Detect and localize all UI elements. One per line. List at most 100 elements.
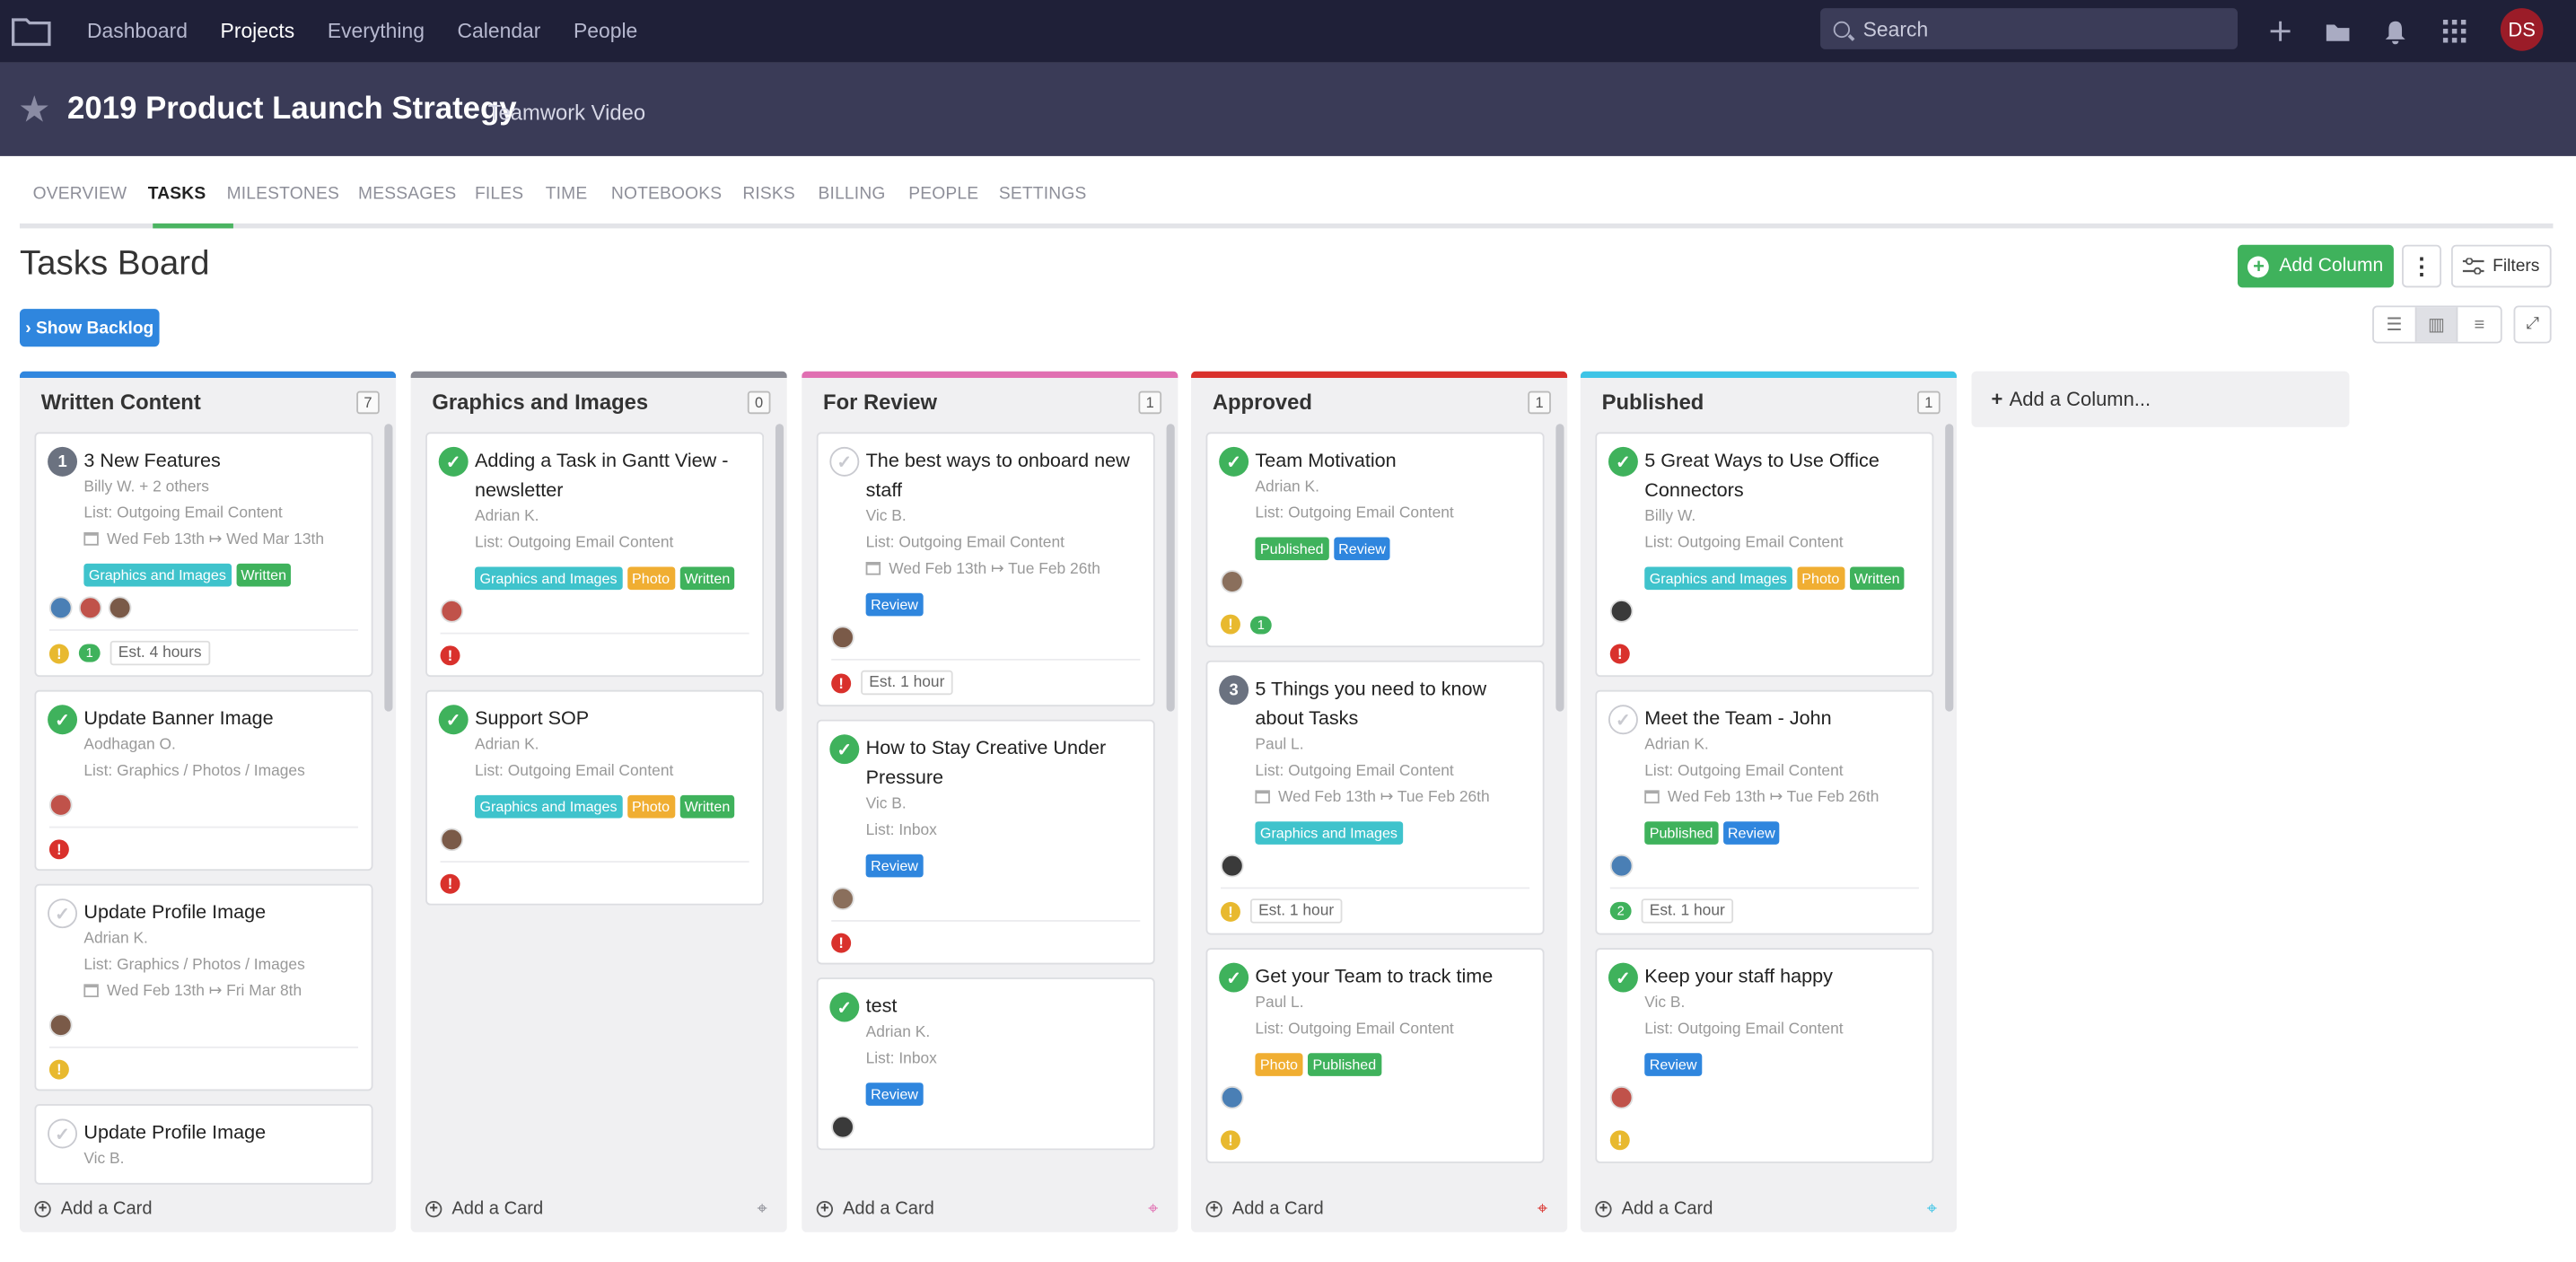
avatar[interactable] xyxy=(831,626,854,650)
task-card[interactable]: ✓ Get your Team to track time Paul L. List:… xyxy=(1205,948,1545,1163)
task-list[interactable]: List: Outgoing Email Content xyxy=(1644,530,1919,557)
tab-risks[interactable]: RISKS xyxy=(742,184,795,204)
more-options-button[interactable]: ⋮ xyxy=(2402,244,2441,288)
project-company[interactable]: Teamwork Video xyxy=(488,101,645,125)
task-assignee[interactable]: Billy W. + 2 others xyxy=(83,475,358,501)
task-assignee[interactable]: Adrian K. xyxy=(475,504,749,530)
tag-badge[interactable]: Review xyxy=(865,854,924,878)
search-box[interactable] xyxy=(1820,8,2239,49)
apps-grid-icon[interactable] xyxy=(2438,14,2471,48)
tag-badge[interactable]: Review xyxy=(1333,537,1391,561)
task-list[interactable]: List: Outgoing Email Content xyxy=(866,530,1141,557)
task-checkbox[interactable]: ✓ xyxy=(1219,446,1249,477)
avatar[interactable] xyxy=(831,1115,854,1139)
task-list[interactable]: List: Outgoing Email Content xyxy=(1255,759,1529,785)
task-title[interactable]: Update Profile Image xyxy=(83,897,358,926)
tag-badge[interactable]: Written xyxy=(679,566,735,591)
tag-badge[interactable]: Written xyxy=(679,794,735,819)
task-list[interactable]: List: Outgoing Email Content xyxy=(475,530,749,557)
tag-badge[interactable]: Published xyxy=(1255,537,1329,561)
task-card[interactable]: ✓ 5 Great Ways to Use Office Connectors Bi… xyxy=(1595,432,1934,678)
task-assignee[interactable]: Adrian K. xyxy=(866,1021,1141,1047)
tag-badge[interactable]: Graphics and Images xyxy=(1644,566,1792,591)
comment-icon[interactable]: 1 xyxy=(78,644,101,662)
task-title[interactable]: test xyxy=(866,991,1141,1021)
list-view-icon[interactable]: ☰ xyxy=(2374,307,2416,342)
task-card[interactable]: 35 Things you need to know about Tasks Pa… xyxy=(1205,660,1545,935)
avatar[interactable] xyxy=(1220,854,1244,878)
task-checkbox[interactable]: ✓ xyxy=(1608,962,1638,993)
task-title[interactable]: 3 New Features xyxy=(83,445,358,475)
task-assignee[interactable]: Aodhagan O. xyxy=(83,732,358,758)
tag-badge[interactable]: Graphics and Images xyxy=(474,566,623,591)
task-assignee[interactable]: Adrian K. xyxy=(1644,732,1919,758)
task-assignee[interactable]: Billy W. xyxy=(1644,504,1919,530)
column-scrollbar[interactable] xyxy=(1555,424,1564,712)
bell-icon[interactable] xyxy=(2379,14,2412,48)
add-a-column[interactable]: + Add a Column... xyxy=(1971,371,2350,427)
task-checkbox[interactable]: ✓ xyxy=(829,992,860,1022)
task-title[interactable]: 5 Great Ways to Use Office Connectors xyxy=(1644,445,1919,504)
tag-badge[interactable]: Review xyxy=(865,1082,924,1106)
fullscreen-icon[interactable]: ⤢ xyxy=(2513,305,2552,344)
task-assignee[interactable]: Vic B. xyxy=(866,792,1141,818)
task-checkbox[interactable]: ✓ xyxy=(1608,705,1638,735)
tag-badge[interactable]: Written xyxy=(1849,566,1906,591)
task-assignee[interactable]: Adrian K. xyxy=(83,926,358,952)
task-list[interactable]: List: Outgoing Email Content xyxy=(1255,1017,1529,1043)
column-scrollbar[interactable] xyxy=(775,424,784,712)
task-title[interactable]: How to Stay Creative Under Pressure xyxy=(866,732,1141,792)
tag-badge[interactable]: Graphics and Images xyxy=(1255,821,1403,845)
projects-folder-icon[interactable] xyxy=(8,8,54,54)
add-card-button[interactable]: + Add a Card xyxy=(34,1196,381,1223)
add-card-button[interactable]: + Add a Card ⌖ xyxy=(425,1196,772,1223)
comment-icon[interactable]: 1 xyxy=(1249,615,1272,634)
tag-badge[interactable]: Review xyxy=(1722,821,1781,845)
nav-dashboard[interactable]: Dashboard xyxy=(87,20,188,43)
task-card[interactable]: ✓ Team Motivation Adrian K. List: Outgoing … xyxy=(1205,432,1545,648)
task-list[interactable]: List: Outgoing Email Content xyxy=(1644,1017,1919,1043)
task-assignee[interactable]: Adrian K. xyxy=(1255,475,1529,501)
filters-button[interactable]: Filters xyxy=(2450,244,2552,288)
task-checkbox[interactable]: ✓ xyxy=(438,446,469,477)
task-list[interactable]: List: Outgoing Email Content xyxy=(1255,501,1529,527)
column-scrollbar[interactable] xyxy=(384,424,393,712)
task-list[interactable]: List: Graphics / Photos / Images xyxy=(83,953,358,979)
tag-badge[interactable]: Published xyxy=(1307,1053,1381,1076)
task-checkbox[interactable]: ✓ xyxy=(48,705,78,735)
task-assignee[interactable]: Paul L. xyxy=(1255,991,1529,1017)
task-list[interactable]: List: Inbox xyxy=(866,819,1141,845)
tag-badge[interactable]: Graphics and Images xyxy=(83,563,232,587)
task-checkbox[interactable]: ✓ xyxy=(1608,446,1638,477)
task-card[interactable]: ✓ Meet the Team - John Adrian K. List: Outg… xyxy=(1595,689,1934,935)
task-assignee[interactable]: Paul L. xyxy=(1255,732,1529,758)
task-list[interactable]: List: Outgoing Email Content xyxy=(1644,759,1919,785)
nav-people[interactable]: People xyxy=(574,20,637,43)
tag-badge[interactable]: Review xyxy=(1644,1053,1703,1076)
task-card[interactable]: ✓ Update Profile Image Vic B. xyxy=(34,1104,373,1185)
subtask-count-badge[interactable]: 1 xyxy=(48,446,78,477)
tab-notebooks[interactable]: NOTEBOOKS xyxy=(611,184,722,204)
task-card[interactable]: ✓ Adding a Task in Gantt View - newslette… xyxy=(425,432,765,678)
tab-tasks[interactable]: TASKS xyxy=(148,184,206,204)
task-assignee[interactable]: Adrian K. xyxy=(475,732,749,758)
star-icon[interactable]: ★ xyxy=(18,89,50,132)
task-list[interactable]: List: Graphics / Photos / Images xyxy=(83,759,358,785)
task-checkbox[interactable]: ✓ xyxy=(829,446,860,477)
task-title[interactable]: The best ways to onboard new staff xyxy=(866,445,1141,504)
nav-projects[interactable]: Projects xyxy=(221,20,295,43)
nav-calendar[interactable]: Calendar xyxy=(458,20,541,43)
avatar[interactable] xyxy=(78,596,102,620)
folder-icon[interactable] xyxy=(2321,14,2354,48)
task-checkbox[interactable]: ✓ xyxy=(438,705,469,735)
column-settings-icon[interactable]: ⌖ xyxy=(1148,1199,1158,1221)
plus-icon[interactable] xyxy=(2264,14,2297,48)
column-settings-icon[interactable]: ⌖ xyxy=(757,1199,767,1221)
task-checkbox[interactable]: ✓ xyxy=(829,734,860,765)
avatar[interactable] xyxy=(1609,600,1634,623)
tag-badge[interactable]: Photo xyxy=(626,566,675,591)
task-list[interactable]: List: Outgoing Email Content xyxy=(475,759,749,785)
avatar[interactable] xyxy=(1609,1085,1634,1109)
task-title[interactable]: 5 Things you need to know about Tasks xyxy=(1255,673,1529,732)
task-list[interactable]: List: Inbox xyxy=(866,1047,1141,1073)
